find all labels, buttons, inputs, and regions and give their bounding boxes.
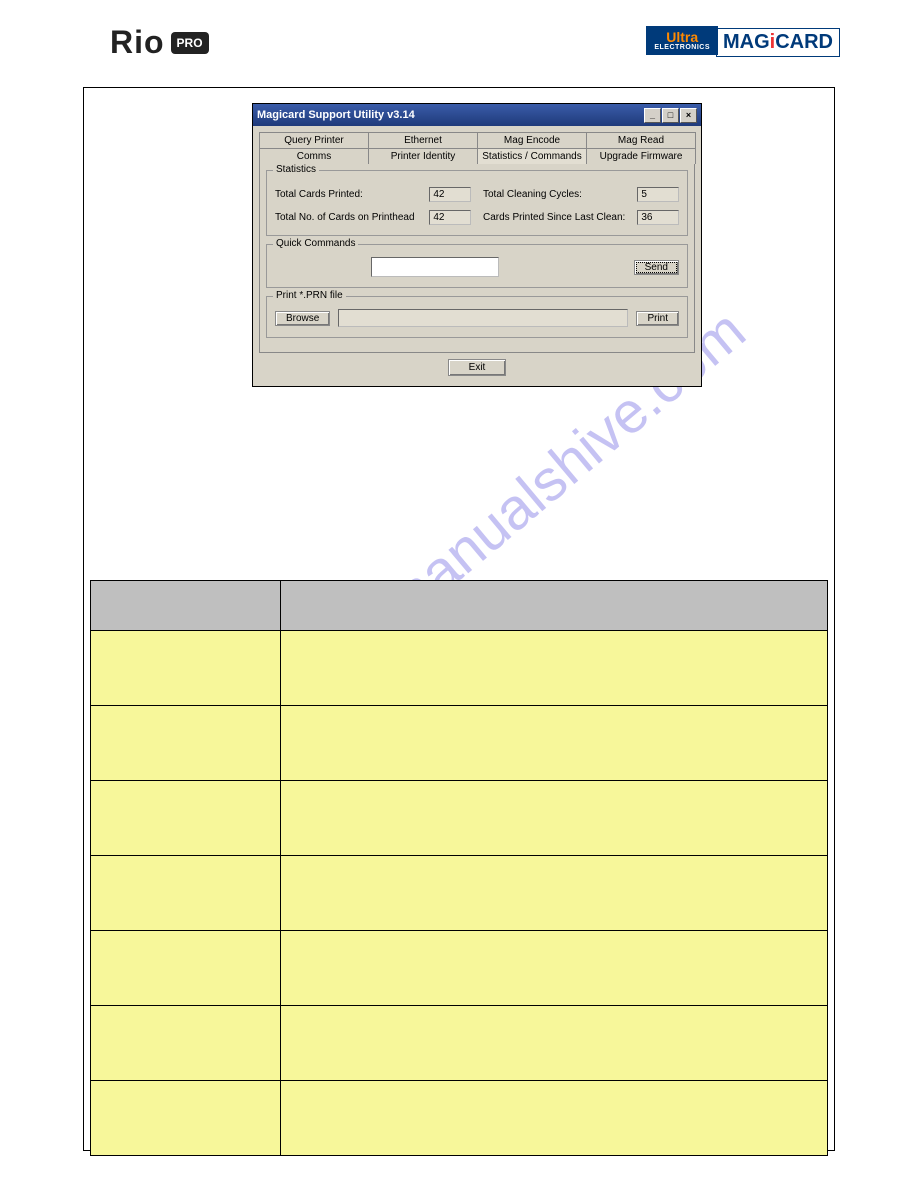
magicard-suffix: CARD xyxy=(775,31,833,53)
tabs-row-2: Comms Printer Identity Statistics / Comm… xyxy=(259,148,695,164)
total-cards-label: Total Cards Printed: xyxy=(275,189,423,200)
table-row xyxy=(91,706,828,781)
close-button[interactable]: × xyxy=(680,108,697,123)
page-content-box: manualshive.com Magicard Support Utility… xyxy=(83,87,835,1151)
minimize-button[interactable]: _ xyxy=(644,108,661,123)
print-prn-legend: Print *.PRN file xyxy=(273,290,346,301)
send-button[interactable]: Send xyxy=(634,260,679,275)
pro-badge: PRO xyxy=(171,32,209,54)
total-cleaning-value: 5 xyxy=(637,187,679,202)
since-clean-label: Cards Printed Since Last Clean: xyxy=(483,212,631,223)
quick-command-input[interactable] xyxy=(371,257,499,277)
tab-mag-encode[interactable]: Mag Encode xyxy=(477,132,587,148)
page-header: Rio PRO Ultra ELECTRONICS MAGiCARD xyxy=(0,24,918,64)
tab-query-printer[interactable]: Query Printer xyxy=(259,132,369,148)
table-row xyxy=(91,1081,828,1156)
print-button[interactable]: Print xyxy=(636,311,679,326)
tab-comms[interactable]: Comms xyxy=(259,148,369,164)
rio-text: Rio xyxy=(110,24,165,61)
tab-statistics-commands[interactable]: Statistics / Commands xyxy=(477,148,587,164)
total-cards-value: 42 xyxy=(429,187,471,202)
tab-printer-identity[interactable]: Printer Identity xyxy=(368,148,478,164)
total-ph-label: Total No. of Cards on Printhead xyxy=(275,212,423,223)
tab-ethernet[interactable]: Ethernet xyxy=(368,132,478,148)
quick-commands-group: Quick Commands Send xyxy=(266,244,688,288)
table-row xyxy=(91,781,828,856)
total-ph-value: 42 xyxy=(429,210,471,225)
statistics-legend: Statistics xyxy=(273,164,319,175)
tabs-row-1: Query Printer Ethernet Mag Encode Mag Re… xyxy=(259,132,695,148)
magicard-logo: MAGiCARD xyxy=(716,28,840,57)
print-prn-group: Print *.PRN file Browse Print xyxy=(266,296,688,338)
tab-mag-read[interactable]: Mag Read xyxy=(586,132,696,148)
table-header-2 xyxy=(281,581,828,631)
ultra-bottom: ELECTRONICS xyxy=(654,44,710,51)
exit-row: Exit xyxy=(259,353,695,380)
maximize-button[interactable]: □ xyxy=(662,108,679,123)
rio-pro-logo: Rio PRO xyxy=(110,24,209,61)
window-title: Magicard Support Utility v3.14 xyxy=(257,109,415,121)
window-body: Query Printer Ethernet Mag Encode Mag Re… xyxy=(253,126,701,386)
tab-panel: Statistics Total Cards Printed: 42 Total… xyxy=(259,163,695,353)
quick-commands-legend: Quick Commands xyxy=(273,238,358,249)
support-utility-window: Magicard Support Utility v3.14 _ □ × Que… xyxy=(252,103,702,387)
table-row xyxy=(91,856,828,931)
statistics-group: Statistics Total Cards Printed: 42 Total… xyxy=(266,170,688,236)
magicard-prefix: MAG xyxy=(723,31,770,53)
table-row xyxy=(91,931,828,1006)
table-row xyxy=(91,1006,828,1081)
table-row xyxy=(91,631,828,706)
window-controls: _ □ × xyxy=(644,108,697,123)
prn-path-field xyxy=(338,309,628,327)
total-cleaning-label: Total Cleaning Cycles: xyxy=(483,189,631,200)
ultra-top: Ultra xyxy=(666,29,698,45)
exit-button[interactable]: Exit xyxy=(448,359,507,376)
table-header-1 xyxy=(91,581,281,631)
since-clean-value: 36 xyxy=(637,210,679,225)
requirements-table xyxy=(90,580,828,1156)
tab-upgrade-firmware[interactable]: Upgrade Firmware xyxy=(586,148,696,164)
ultra-electronics-logo: Ultra ELECTRONICS xyxy=(646,26,718,55)
titlebar: Magicard Support Utility v3.14 _ □ × xyxy=(253,104,701,126)
browse-button[interactable]: Browse xyxy=(275,311,330,326)
